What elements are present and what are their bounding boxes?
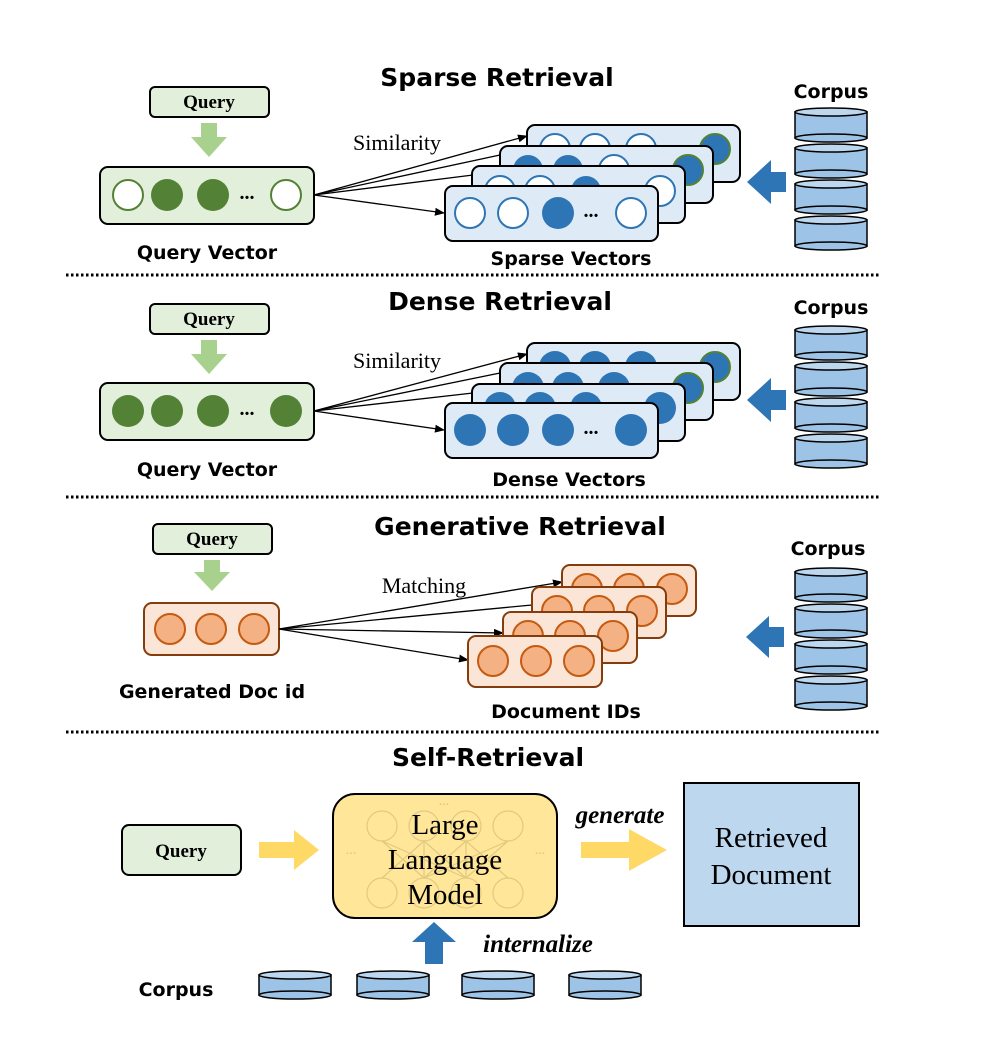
ellipsis: ... [439, 794, 450, 809]
database-stack-icon [794, 325, 868, 469]
ellipsis: ... [535, 843, 546, 858]
llm-box: ... ... ... Large Language Model [332, 793, 558, 919]
section-title: Dense Retrieval [388, 287, 612, 316]
corpus-label: Corpus [794, 81, 869, 103]
query-label: Query [183, 309, 235, 330]
up-arrow-icon [412, 922, 456, 964]
section-sparse-retrieval: Sparse Retrieval Query ... Query Vector … [99, 63, 869, 270]
generated-doc-id-label: Generated Doc id [119, 681, 305, 703]
ellipsis: ... [584, 200, 599, 222]
llm-label-line-3: Model [407, 879, 483, 911]
database-icon [356, 970, 430, 1000]
ellipsis: ... [240, 182, 255, 204]
corpus-label: Corpus [139, 979, 214, 1001]
corpus-disks [258, 970, 642, 1000]
query-box: Query [121, 824, 242, 876]
ellipsis: ... [346, 843, 357, 858]
corpus-label: Corpus [791, 538, 866, 560]
vector-element-filled [197, 179, 229, 211]
llm-label-line-1: Large [411, 809, 478, 841]
query-vector: ... [99, 382, 315, 441]
database-icon [568, 970, 642, 1000]
doc-id-stack [467, 564, 697, 688]
doc-vectors-label: Sparse Vectors [491, 248, 652, 270]
vector-element-filled [151, 179, 183, 211]
query-box: Query [149, 303, 270, 335]
down-arrow-icon [191, 340, 227, 374]
database-stack-icon [794, 107, 868, 251]
doc-vector-front: ... [444, 402, 659, 459]
section-title: Generative Retrieval [374, 512, 666, 541]
doc-vector-stack: ... [444, 124, 741, 242]
llm-label-line-2: Language [388, 844, 502, 876]
section-generative-retrieval: Generative Retrieval Query Generated Doc… [119, 512, 868, 723]
corpus-label: Corpus [794, 297, 869, 319]
ellipsis: ... [240, 398, 255, 420]
retrieved-document-line-2: Document [711, 859, 832, 891]
vector-element-empty [112, 179, 144, 211]
left-arrow-icon [747, 378, 786, 422]
edge-label: Matching [382, 573, 466, 598]
doc-vector-front: ... [444, 185, 659, 242]
doc-ids-label: Document IDs [491, 701, 641, 723]
query-label: Query [183, 92, 235, 113]
edge-label: Similarity [353, 348, 441, 373]
section-self-retrieval: Self-Retrieval Query ... ... ... Large L… [121, 743, 860, 1001]
section-dense-retrieval: Dense Retrieval Query ... Query Vector S… [99, 287, 869, 491]
retrieval-paradigms-diagram: Sparse Retrieval Query ... Query Vector … [66, 63, 880, 1001]
left-arrow-icon [747, 160, 786, 204]
section-title: Self-Retrieval [392, 743, 584, 772]
left-arrow-icon [746, 616, 784, 658]
query-box: Query [152, 523, 273, 555]
doc-vector-stack: ... [444, 342, 741, 459]
ellipsis: ... [584, 417, 599, 439]
doc-id-front [467, 635, 603, 688]
query-label: Query [155, 841, 207, 862]
generated-doc-id-vector [143, 602, 280, 656]
doc-vectors-label: Dense Vectors [492, 469, 646, 491]
right-arrow-icon [581, 829, 667, 871]
query-label: Query [186, 529, 238, 550]
query-vector: ... [99, 166, 315, 225]
query-vector-label: Query Vector [137, 242, 278, 264]
section-title: Sparse Retrieval [380, 63, 613, 92]
vector-element-empty [270, 179, 302, 211]
generate-label: generate [575, 802, 665, 829]
retrieved-document-line-1: Retrieved [715, 822, 828, 854]
internalize-label: internalize [483, 931, 593, 958]
database-icon [461, 970, 535, 1000]
database-icon [258, 970, 332, 1000]
database-stack-icon [794, 567, 868, 711]
edge-label: Similarity [353, 130, 441, 155]
query-vector-label: Query Vector [137, 459, 278, 481]
right-arrow-icon [259, 830, 319, 870]
query-box: Query [149, 86, 270, 118]
down-arrow-icon [194, 560, 230, 591]
down-arrow-icon [191, 123, 227, 157]
retrieved-document-box: Retrieved Document [683, 782, 860, 927]
